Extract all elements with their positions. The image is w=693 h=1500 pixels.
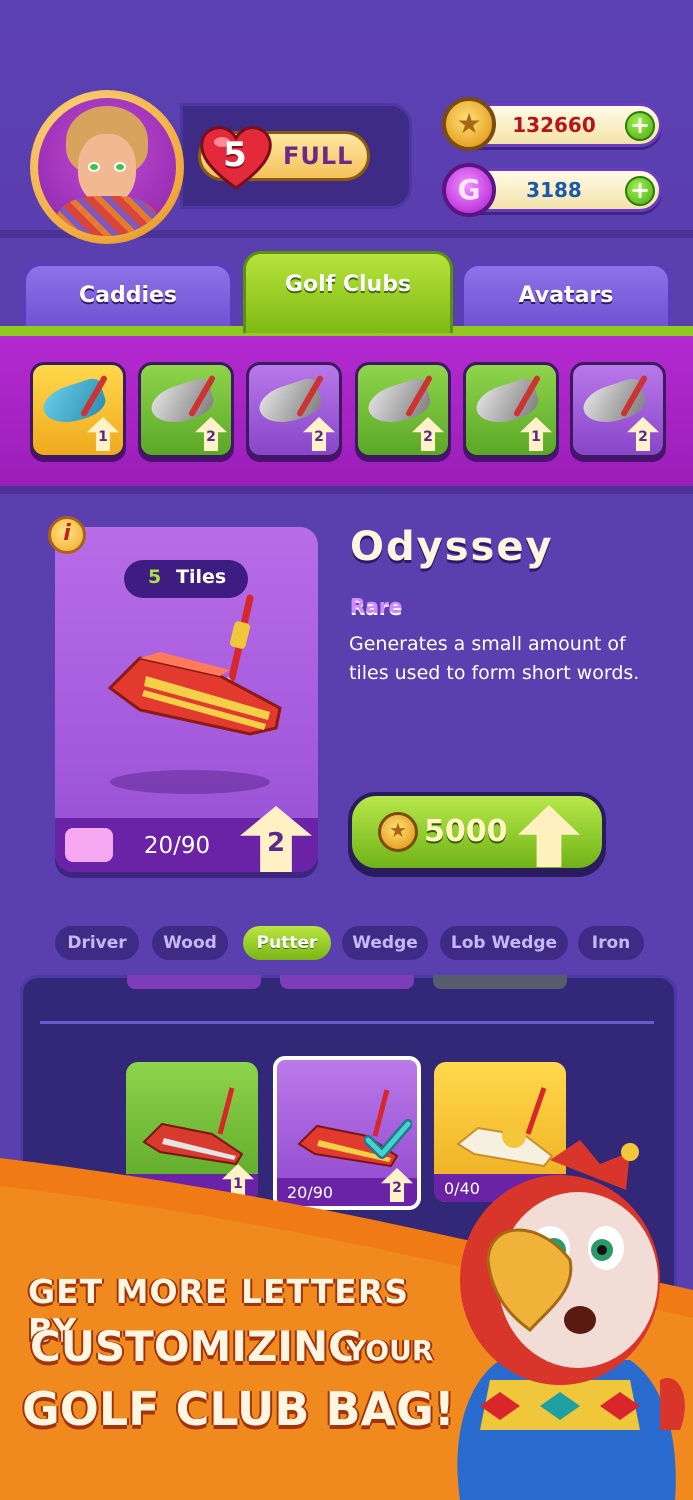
club-slot-level: 2 [314,429,324,445]
strip-divider [0,486,693,494]
club-slot[interactable]: 1 [30,362,126,458]
level-up-arrow-icon: 1 [87,417,119,451]
club-slot[interactable]: 2 [138,362,234,458]
gem-currency-icon: G [442,163,496,217]
add-coins-button[interactable]: + [625,111,655,141]
club-description: Generates a small amount of tiles used t… [349,633,640,684]
filter-chip-putter[interactable]: Putter [243,926,331,960]
avatar-portrait [38,98,176,236]
club-slot-level: 2 [423,429,433,445]
club-slot[interactable]: 2 [355,362,451,458]
club-slot[interactable]: 1 [463,362,559,458]
club-progress-fill [65,828,113,862]
club-slot[interactable]: 2 [246,362,342,458]
filter-chip-wood[interactable]: Wood [152,926,228,960]
star-icon: ★ [389,818,407,842]
level-up-arrow-icon: 2 [627,417,659,451]
club-rarity: Rare [350,594,403,618]
info-glyph: i [63,521,71,546]
level-up-arrow-icon: 2 [240,806,312,872]
club-slot-level: 2 [638,429,648,445]
coins-value: 132660 [512,113,596,137]
lives-status: FULL [283,142,354,170]
previous-row-card [280,975,414,989]
club-slot-level: 2 [206,429,216,445]
level-up-arrow-icon: 1 [520,417,552,451]
club-slot-level: 1 [98,429,108,445]
promo-line-1: GET MORE LETTERS BY [28,1272,410,1350]
add-gems-button[interactable]: + [625,176,655,206]
filter-chip-lob-wedge[interactable]: Lob Wedge [440,926,568,960]
lives-count: 5 [223,135,247,175]
club-shadow [110,770,270,794]
club-progress-text: 20/90 [143,833,211,859]
filter-chip-iron[interactable]: Iron [578,926,644,960]
level-up-arrow-icon: 2 [412,417,444,451]
club-slot-level: 1 [531,429,541,445]
previous-row-card [127,975,261,989]
promo-line-2: CUSTOMIZING [30,1322,363,1371]
level-up-arrow-icon: 2 [303,417,335,451]
filter-chip-driver[interactable]: Driver [55,926,139,960]
tab-golf-clubs[interactable]: Golf Clubs [243,251,453,333]
tab-caddies[interactable]: Caddies [23,263,233,333]
gems-value: 3188 [526,178,582,202]
putter-club-icon [107,594,282,736]
level-up-arrow-icon: 2 [195,417,227,451]
avatar[interactable] [30,90,184,244]
parrot-mascot [457,1140,685,1500]
tab-avatars[interactable]: Avatars [461,263,671,333]
club-slot[interactable]: 2 [570,362,666,458]
filter-chip-wedge[interactable]: Wedge [342,926,428,960]
club-level: 2 [266,828,286,858]
promo-line-3: GOLF CLUB BAG! [22,1382,455,1436]
bag-divider [40,1021,654,1024]
upgrade-price: 5000 [424,814,508,849]
coin-icon: ★ [442,97,496,151]
club-name: Odyssey [350,524,554,570]
previous-row-card [433,975,567,989]
